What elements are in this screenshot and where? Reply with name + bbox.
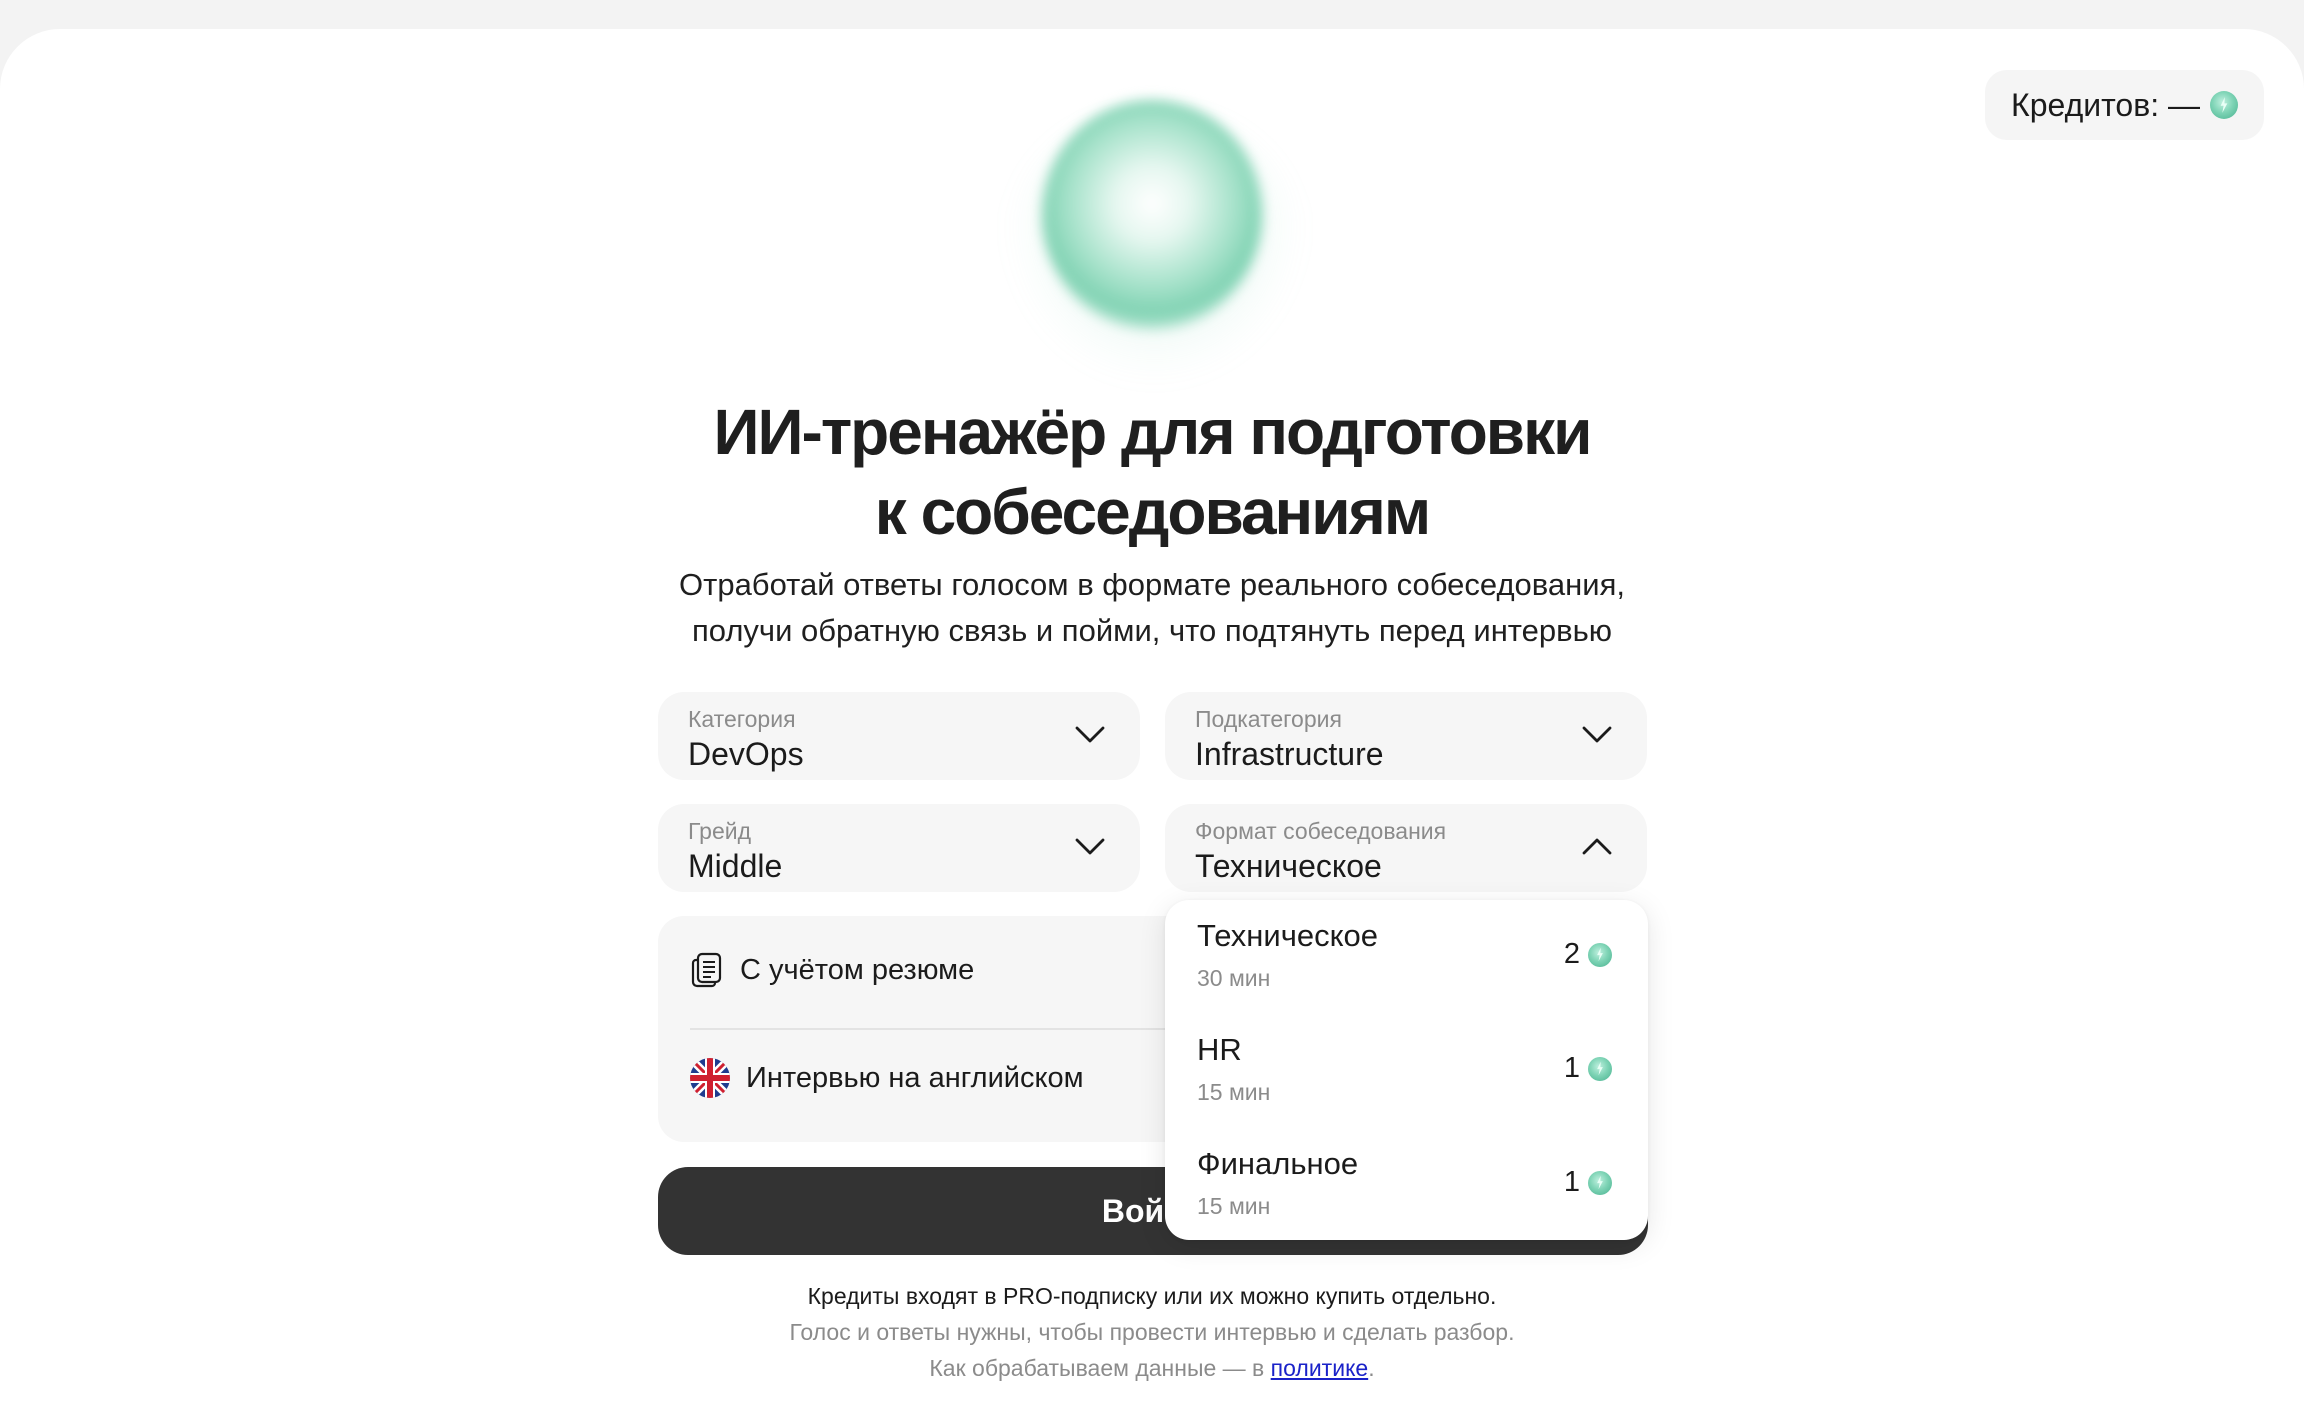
page-subtitle: Отработай ответы голосом в формате реаль… bbox=[552, 562, 1752, 654]
policy-prefix: Как обрабатываем данные — в bbox=[929, 1355, 1271, 1381]
format-option-duration: 15 мин bbox=[1197, 1193, 1271, 1219]
subcategory-select[interactable]: Подкатегория Infrastructure bbox=[1165, 692, 1647, 780]
ai-orb bbox=[1042, 100, 1262, 330]
category-select[interactable]: Категория DevOps bbox=[658, 692, 1140, 780]
subtitle-line-1: Отработай ответы голосом в формате реаль… bbox=[679, 567, 1625, 602]
chevron-down-icon bbox=[1075, 726, 1105, 743]
format-select[interactable]: Формат собеседования Техническое bbox=[1165, 804, 1647, 892]
page-title: ИИ-тренажёр для подготовки к собеседован… bbox=[552, 392, 1752, 552]
credits-label: Кредитов: — bbox=[2011, 86, 2200, 123]
credit-coin-icon bbox=[1588, 942, 1612, 967]
cost-value: 1 bbox=[1563, 1166, 1580, 1198]
uk-flag-icon bbox=[690, 1058, 730, 1098]
category-label: Категория bbox=[688, 706, 796, 732]
grade-label: Грейд bbox=[688, 818, 752, 844]
resume-option[interactable]: С учётом резюме bbox=[690, 952, 974, 988]
grade-select[interactable]: Грейд Middle bbox=[658, 804, 1140, 892]
cost-value: 1 bbox=[1563, 1052, 1580, 1084]
subcategory-label: Подкатегория bbox=[1195, 706, 1342, 732]
english-option[interactable]: Интервью на английском bbox=[690, 1058, 1084, 1098]
document-icon bbox=[691, 952, 722, 988]
format-option-cost: 1 bbox=[1564, 1052, 1612, 1085]
credit-coin-icon bbox=[2210, 91, 2238, 119]
footer-policy-note: Как обрабатываем данные — в политике. bbox=[552, 1350, 1752, 1386]
cost-value: 2 bbox=[1563, 938, 1580, 970]
subcategory-value: Infrastructure bbox=[1195, 736, 1384, 772]
subtitle-line-2: получи обратную связь и пойми, что подтя… bbox=[691, 613, 1613, 648]
category-value: DevOps bbox=[688, 736, 804, 772]
start-interview-label: Вой bbox=[1101, 1192, 1165, 1229]
format-option-duration: 15 мин bbox=[1197, 1079, 1271, 1105]
format-option-technical[interactable]: Техническое 30 мин 2 bbox=[1197, 900, 1612, 1000]
credit-coin-icon bbox=[1588, 1170, 1612, 1195]
footer-credits-note: Кредиты входят в PRO-подписку или их мож… bbox=[807, 1283, 1497, 1309]
english-option-label: Интервью на английском bbox=[746, 1061, 1084, 1094]
policy-suffix: . bbox=[1368, 1355, 1375, 1381]
chevron-down-icon bbox=[1075, 838, 1105, 855]
format-option-duration: 30 мин bbox=[1197, 965, 1271, 991]
credit-coin-icon bbox=[1588, 1056, 1612, 1081]
format-option-name: Техническое bbox=[1197, 918, 1378, 953]
format-option-name: HR bbox=[1197, 1032, 1242, 1067]
chevron-down-icon bbox=[1582, 726, 1612, 743]
format-option-cost: 1 bbox=[1564, 1166, 1612, 1199]
credits-badge[interactable]: Кредитов: — bbox=[1985, 70, 2264, 140]
policy-link[interactable]: политике bbox=[1271, 1355, 1369, 1381]
footer-voice-note: Голос и ответы нужны, чтобы провести инт… bbox=[789, 1319, 1515, 1345]
grade-value: Middle bbox=[688, 848, 783, 884]
resume-option-label: С учётом резюме bbox=[740, 953, 975, 986]
format-option-hr[interactable]: HR 15 мин 1 bbox=[1197, 1014, 1612, 1114]
format-label: Формат собеседования bbox=[1195, 818, 1447, 844]
format-option-cost: 2 bbox=[1564, 938, 1612, 971]
format-dropdown: Техническое 30 мин 2 HR 15 мин 1 Финальн… bbox=[1165, 900, 1648, 1240]
format-option-final[interactable]: Финальное 15 мин 1 bbox=[1197, 1128, 1612, 1228]
chevron-up-icon bbox=[1582, 838, 1612, 855]
format-value: Техническое bbox=[1195, 848, 1382, 884]
title-line-2: к собеседованиям bbox=[874, 476, 1431, 548]
title-line-1: ИИ-тренажёр для подготовки bbox=[713, 396, 1593, 468]
format-option-name: Финальное bbox=[1197, 1146, 1359, 1181]
